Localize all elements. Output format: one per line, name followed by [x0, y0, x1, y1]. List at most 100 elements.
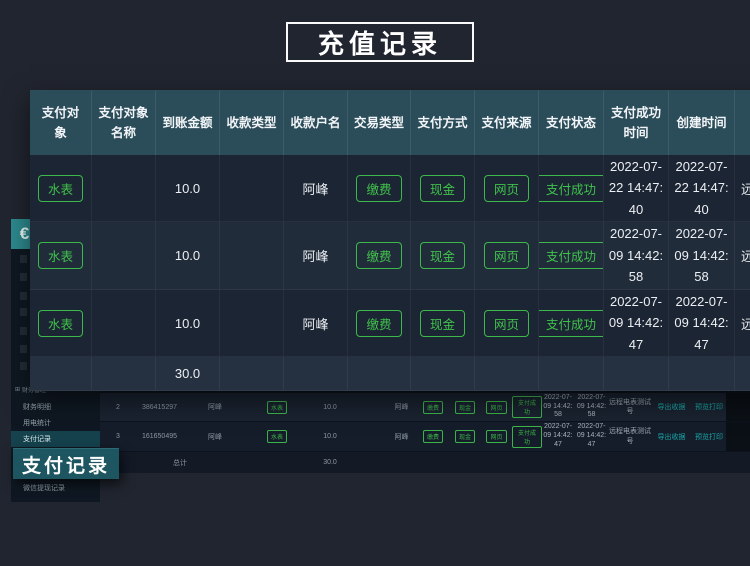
cell-order-id: 386415297 — [136, 404, 183, 411]
page-title-box: 充值记录 — [286, 22, 474, 62]
link-label: 导出收据 — [658, 404, 686, 411]
cell-account: 阿峰 — [386, 402, 417, 412]
cell-empty — [92, 357, 156, 391]
cell-empty — [411, 357, 475, 391]
cell-success-time: 2022-07- 09 14:42: 47 — [604, 290, 669, 357]
water-meter-badge: 水表 — [267, 430, 287, 443]
link-label: 预览打印 — [695, 434, 723, 441]
cell-filler — [726, 393, 750, 421]
sidebar-item-label: 支付记录 — [23, 434, 51, 444]
cell-pay-status: 支付成功 — [539, 290, 604, 357]
cell-order-id: 161650495 — [136, 433, 183, 440]
trade-type-badge: 缴费 — [356, 310, 401, 337]
cell-pay-method: 现金 — [411, 155, 475, 222]
cell-remark: 远程电表测试号 — [735, 222, 750, 290]
cell-create-time: 2022-07- 09 14:42: 47 — [669, 290, 735, 357]
trade-type-badge: 缴费 — [423, 401, 443, 414]
cell-pay-status: 支付成功 — [539, 155, 604, 222]
pay-method-badge: 现金 — [455, 430, 475, 443]
cell-success-time: 2022-07- 09 14:42: 58 — [542, 394, 574, 420]
cell-amount: 10.0 — [156, 290, 220, 357]
col-pay-target-name: 支付对象名称 — [92, 90, 156, 155]
cell-pay-source: 网页 — [475, 222, 539, 290]
table-header-row: 支付对象 支付对象名称 到账金额 收款类型 收款户名 交易类型 支付方式 支付来… — [30, 90, 750, 155]
table-row: 3 161650495 阿峰 水表 10.0 阿峰 缴费 现金 网页 支付成功 … — [100, 421, 750, 451]
table-row: 水表 10.0 阿峰 缴费 现金 网页 支付成功 2022-07- 09 14:… — [30, 222, 750, 290]
pay-status-badge: 支付成功 — [539, 310, 604, 337]
col-pay-method: 支付方式 — [411, 90, 475, 155]
col-amount: 到账金额 — [156, 90, 220, 155]
cell-create-time: 2022-07- 09 14:42: 58 — [574, 394, 609, 420]
table-total-row: 总计 30.0 — [100, 451, 750, 473]
payment-records-callout: 支付记录 — [13, 448, 119, 479]
cell-pay-source: 网页 — [481, 430, 512, 443]
sidebar-item-label: 财务明细 — [23, 402, 51, 412]
cell-pay-status: 支付成功 — [539, 222, 604, 290]
cell-collect-type — [220, 290, 284, 357]
export-receipt-link[interactable]: 导出收据 — [651, 402, 692, 412]
cell-pay-target-name — [92, 290, 156, 357]
cell-remark: 远程电表测试号 — [735, 290, 750, 357]
col-success-time: 支付成功时间 — [604, 90, 669, 155]
water-meter-badge: 水表 — [38, 175, 83, 202]
sidebar-item-finance-detail[interactable]: 财务明细 — [11, 399, 100, 415]
pay-source-badge: 网页 — [484, 310, 529, 337]
cell-pay-target: 水表 — [30, 290, 92, 357]
table-total-row: 30.0 — [30, 357, 750, 391]
sidebar-ghost-item — [20, 292, 27, 300]
preview-print-link[interactable]: 预览打印 — [692, 402, 726, 412]
sidebar-item-power-stats[interactable]: 用电统计 — [11, 415, 100, 431]
cell-payer: 阿峰 — [183, 432, 247, 442]
cell-amount: 10.0 — [156, 155, 220, 222]
cell-empty — [475, 357, 539, 391]
pay-source-badge: 网页 — [484, 242, 529, 269]
cell-create-time: 2022-07- 22 14:47: 40 — [669, 155, 735, 222]
trade-type-badge: 缴费 — [356, 242, 401, 269]
cell-user: 远程电表测试号 — [609, 427, 651, 445]
preview-print-link[interactable]: 预览打印 — [692, 432, 726, 442]
cell-remark: 远程电表测试号 — [735, 155, 750, 222]
col-pay-target: 支付对象 — [30, 90, 92, 155]
cell-pay-target-name — [92, 155, 156, 222]
cell-pay-method: 现金 — [411, 290, 475, 357]
table-row: 水表 10.0 阿峰 缴费 现金 网页 支付成功 2022-07- 22 14:… — [30, 155, 750, 222]
water-meter-badge: 水表 — [38, 310, 83, 337]
cell-pay-status: 支付成功 — [512, 426, 542, 448]
pay-status-badge: 支付成功 — [539, 175, 604, 202]
recharge-records-table: 支付对象 支付对象名称 到账金额 收款类型 收款户名 交易类型 支付方式 支付来… — [30, 90, 750, 391]
cell-total-amount: 30.0 — [156, 357, 220, 391]
cell-success-time: 2022-07- 09 14:42: 47 — [542, 423, 574, 449]
pay-source-badge: 网页 — [486, 401, 506, 414]
sidebar-item-label: 用电统计 — [23, 418, 51, 428]
cell-row-index: 2 — [100, 404, 136, 411]
cell-pay-source: 网页 — [475, 155, 539, 222]
cell-empty — [735, 357, 750, 391]
cell-pay-source: 网页 — [475, 290, 539, 357]
pay-method-badge: 现金 — [420, 242, 465, 269]
trade-type-badge: 缴费 — [423, 430, 443, 443]
pay-method-badge: 现金 — [420, 310, 465, 337]
sidebar-item-wechat-withdraw[interactable]: 微信提现记录 — [11, 480, 100, 496]
cell-empty — [348, 357, 411, 391]
cell-success-time: 2022-07- 22 14:47: 40 — [604, 155, 669, 222]
pay-status-badge: 支付成功 — [512, 426, 542, 448]
table-row: 2 386415297 阿峰 水表 10.0 阿峰 缴费 现金 网页 支付成功 … — [100, 391, 750, 421]
cell-account-name: 阿峰 — [284, 155, 348, 222]
cell-pay-source: 网页 — [481, 401, 512, 414]
col-pay-status: 支付状态 — [539, 90, 604, 155]
cell-trade-type: 缴费 — [348, 290, 411, 357]
pay-status-badge: 支付成功 — [512, 396, 542, 418]
export-receipt-link[interactable]: 导出收据 — [651, 432, 692, 442]
cell-payer: 阿峰 — [183, 402, 247, 412]
cell-trade-type: 缴费 — [348, 155, 411, 222]
cell-empty — [220, 357, 284, 391]
background-table: 2 386415297 阿峰 水表 10.0 阿峰 缴费 现金 网页 支付成功 … — [100, 391, 750, 473]
grid-icon: ⊞ — [15, 386, 20, 393]
cell-filler — [726, 422, 750, 451]
cell-account-name: 阿峰 — [284, 290, 348, 357]
cell-total-amount: 30.0 — [307, 459, 353, 466]
logo-euro-icon: € — [20, 224, 29, 244]
cell-pay-method: 现金 — [449, 401, 481, 414]
sidebar-item-payment-records[interactable]: 支付记录 — [11, 431, 100, 447]
cell-empty — [284, 357, 348, 391]
